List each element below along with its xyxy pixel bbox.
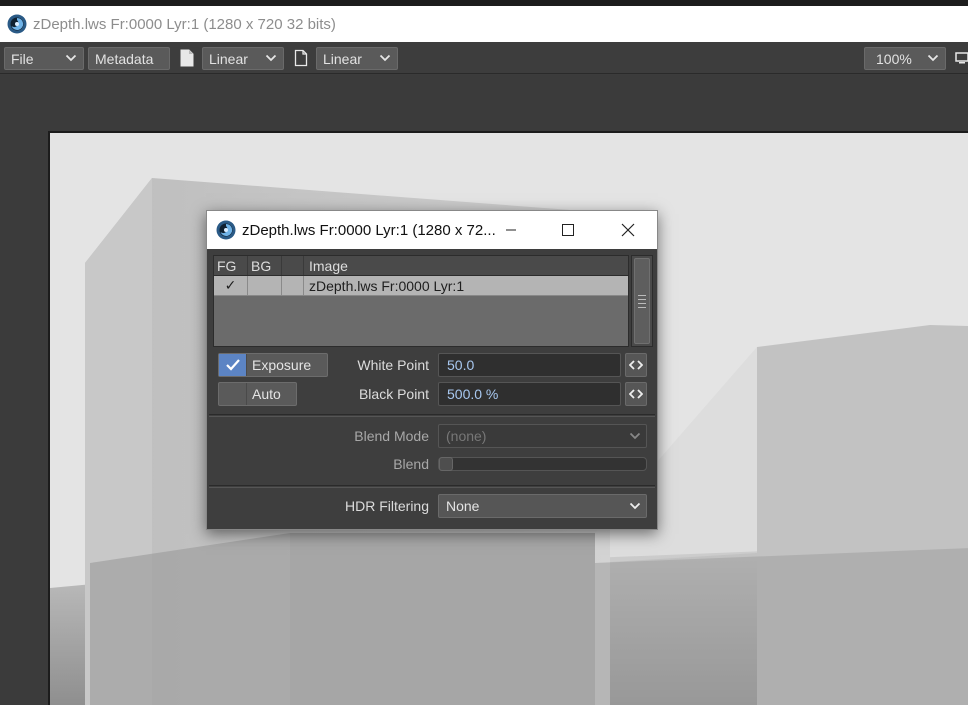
column-header-image[interactable]: Image — [304, 256, 628, 275]
metadata-button[interactable]: Metadata — [88, 47, 170, 70]
chevron-down-icon — [379, 54, 391, 62]
white-point-spin-button[interactable] — [625, 353, 647, 377]
black-point-spin-button[interactable] — [625, 382, 647, 406]
left-right-arrows-icon — [629, 389, 643, 399]
chevron-down-icon — [629, 432, 641, 440]
divider — [209, 485, 655, 488]
main-titlebar: zDepth.lws Fr:0000 Lyr:1 (1280 x 720 32 … — [0, 6, 968, 42]
hdr-filtering-select[interactable]: None — [438, 494, 647, 518]
metadata-label: Metadata — [95, 50, 154, 67]
column-header-bg[interactable]: BG — [248, 256, 282, 275]
grip-line — [638, 299, 646, 300]
column-header-fg[interactable]: FG — [214, 256, 248, 275]
layer-list-scrollbar[interactable] — [631, 255, 653, 347]
blend-mode-select[interactable]: (none) — [438, 424, 647, 448]
minimize-button[interactable] — [488, 211, 534, 249]
background-colorspace-value: Linear — [323, 50, 362, 67]
image-viewer-toolbar: File Metadata Linear Linear 100% — [0, 42, 968, 74]
divider — [209, 414, 655, 417]
close-icon — [621, 223, 635, 237]
chevron-down-icon — [629, 502, 641, 510]
chevron-down-icon — [927, 54, 939, 62]
auto-toggle[interactable]: Auto — [218, 382, 297, 406]
left-right-arrows-icon — [629, 360, 643, 370]
layer-image-name: zDepth.lws Fr:0000 Lyr:1 — [309, 277, 465, 294]
white-point-label: White Point — [357, 357, 429, 373]
grip-line — [638, 307, 646, 308]
foreground-colorspace-select[interactable]: Linear — [202, 47, 284, 70]
lightwave-swirl-icon — [216, 220, 236, 240]
auto-checkbox[interactable] — [219, 383, 247, 405]
maximize-icon — [562, 224, 574, 236]
monitor-icon[interactable] — [955, 52, 968, 64]
black-point-field[interactable]: 500.0 % — [438, 382, 621, 406]
chevron-down-icon — [65, 54, 77, 62]
layer-properties-dialog: zDepth.lws Fr:0000 Lyr:1 (1280 x 72... F… — [206, 210, 658, 530]
dialog-titlebar[interactable]: zDepth.lws Fr:0000 Lyr:1 (1280 x 72... — [207, 211, 657, 249]
exposure-label: Exposure — [252, 357, 312, 373]
bg-check-cell[interactable] — [248, 276, 282, 295]
zoom-value: 100% — [876, 50, 912, 67]
auto-label: Auto — [252, 386, 281, 402]
minimize-icon — [506, 229, 516, 231]
grip-line — [638, 295, 646, 296]
layer-row[interactable]: ✓ zDepth.lws Fr:0000 Lyr:1 — [214, 276, 628, 296]
document-filled-icon — [180, 49, 194, 67]
file-menu-label: File — [11, 50, 34, 67]
column-header-spacer — [282, 256, 304, 275]
row-spacer — [282, 276, 304, 295]
layer-list: FG BG Image ✓ zDepth.lws Fr:0000 Lyr:1 — [213, 255, 629, 347]
main-window-title: zDepth.lws Fr:0000 Lyr:1 (1280 x 720 32 … — [33, 15, 336, 33]
blend-mode-value: (none) — [446, 428, 487, 444]
hdr-filtering-value: None — [446, 498, 480, 514]
foreground-colorspace-value: Linear — [209, 50, 248, 67]
blend-slider-knob[interactable] — [439, 457, 453, 471]
scrollbar-thumb[interactable] — [634, 258, 650, 344]
exposure-toggle[interactable]: Exposure — [218, 353, 328, 377]
checkmark-icon — [225, 359, 240, 371]
lightwave-swirl-icon — [7, 14, 27, 34]
dialog-title: zDepth.lws Fr:0000 Lyr:1 (1280 x 72... — [242, 221, 496, 239]
fg-check-cell[interactable]: ✓ — [214, 276, 248, 295]
blend-slider[interactable] — [438, 457, 647, 471]
black-point-label: Black Point — [358, 386, 429, 402]
blend-label: Blend — [393, 456, 429, 472]
close-button[interactable] — [605, 211, 651, 249]
exposure-checkbox[interactable] — [219, 354, 247, 376]
grip-line — [638, 303, 646, 304]
hdr-filtering-label: HDR Filtering — [344, 498, 429, 514]
background-colorspace-select[interactable]: Linear — [316, 47, 398, 70]
chevron-down-icon — [265, 54, 277, 62]
layer-list-header: FG BG Image — [214, 256, 628, 276]
document-outline-icon — [294, 49, 308, 67]
zoom-select[interactable]: 100% — [864, 47, 946, 70]
white-point-field[interactable]: 50.0 — [438, 353, 621, 377]
file-menu[interactable]: File — [4, 47, 84, 70]
maximize-button[interactable] — [545, 211, 591, 249]
blend-mode-label: Blend Mode — [354, 428, 429, 444]
